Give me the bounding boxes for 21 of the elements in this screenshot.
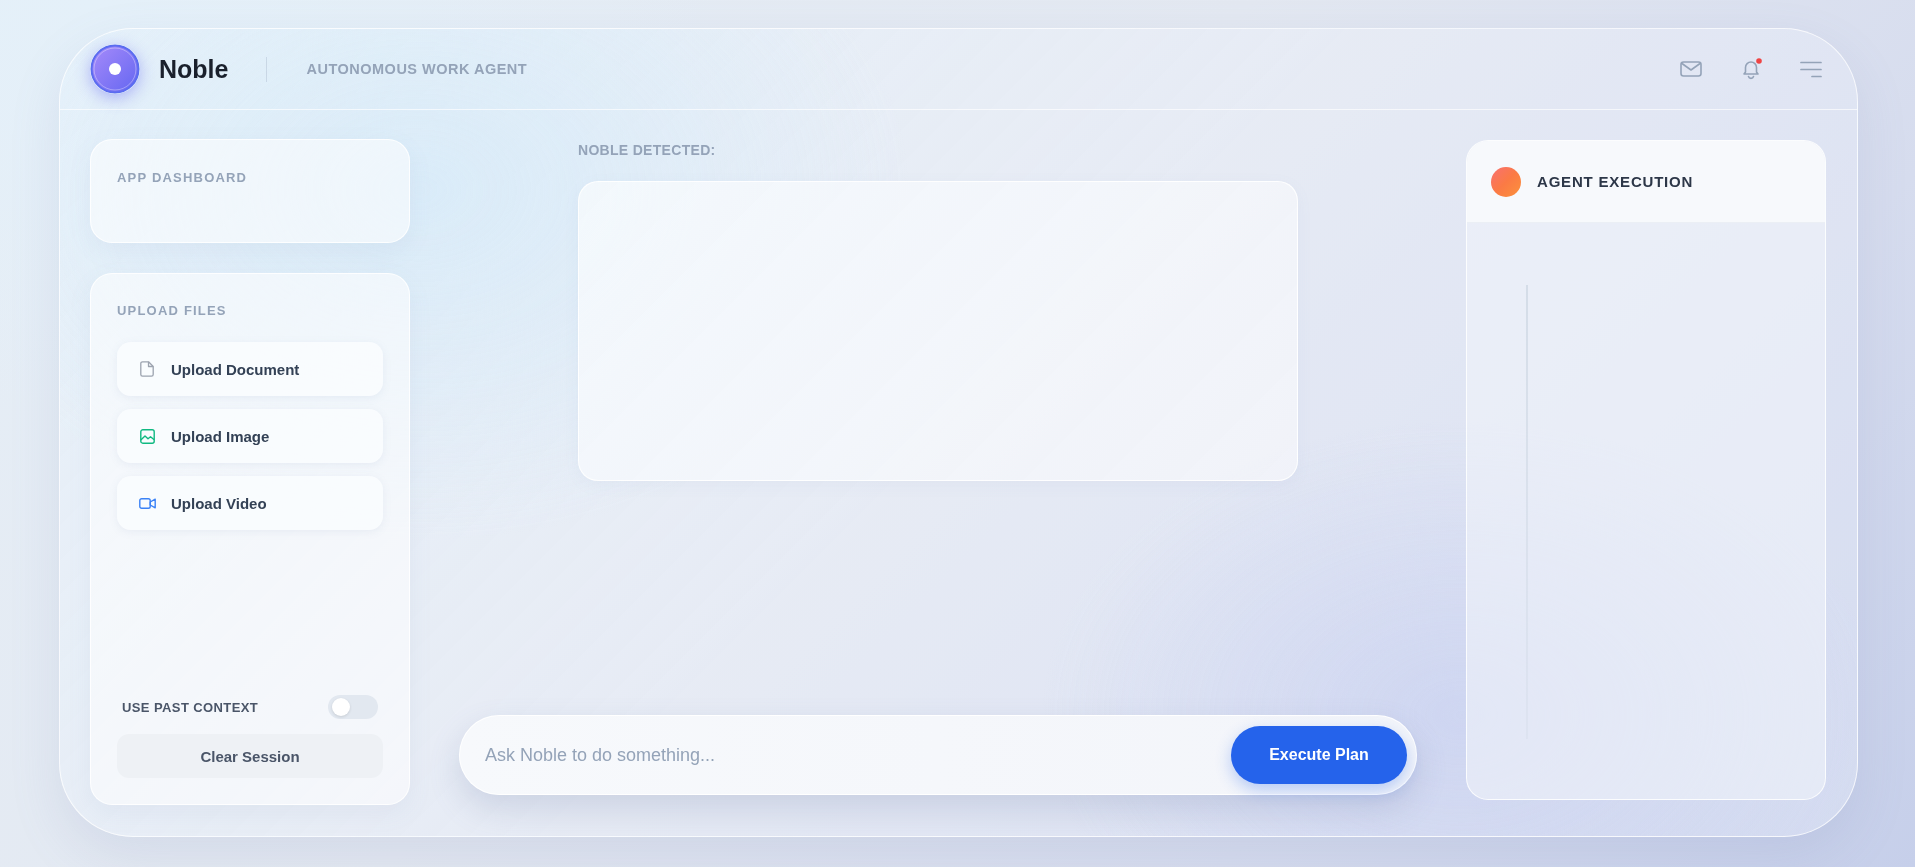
section-label: NOBLE DETECTED: (578, 142, 717, 158)
context-toggle[interactable] (328, 695, 378, 719)
toggle-label: USE PAST CONTEXT (122, 699, 259, 715)
app-subtitle: AUTONOMOUS WORK AGENT (306, 61, 528, 77)
execute-button[interactable]: Execute Plan (1231, 726, 1407, 784)
upload-button[interactable]: Upload Image (117, 409, 383, 463)
menu-icon[interactable] (1800, 60, 1822, 78)
app-name: Noble (159, 54, 229, 84)
image-icon (139, 428, 155, 444)
logo-icon (90, 44, 140, 94)
card-title: APP DASHBOARD (117, 170, 249, 186)
card-title: UPLOAD FILES (117, 303, 228, 319)
upload-button[interactable]: Upload Document (117, 342, 383, 396)
panel-title: AGENT EXECUTION (1537, 173, 1694, 190)
status-dot-icon (1491, 166, 1521, 197)
bell-icon[interactable] (1740, 58, 1762, 80)
video-camera-icon (138, 497, 156, 509)
clear-session-button[interactable]: Clear Session (117, 734, 383, 778)
document-icon (140, 361, 154, 377)
upload-button[interactable]: Upload Video (117, 476, 383, 530)
mail-icon[interactable] (1680, 61, 1702, 77)
